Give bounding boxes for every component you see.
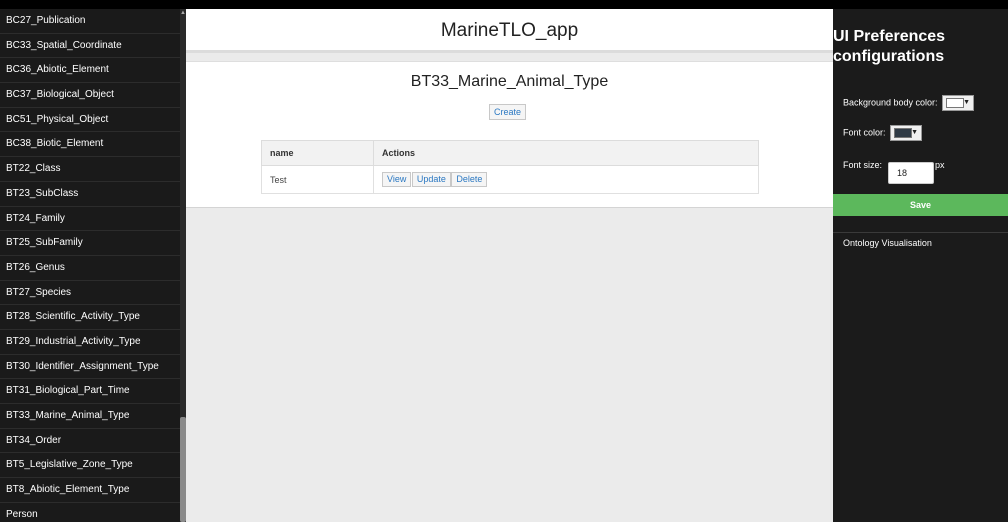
preferences-panel: UI Preferences configurations Background… [833, 9, 1008, 522]
entity-table: name Actions Test View Update Delete [261, 140, 759, 194]
view-button[interactable]: View [382, 172, 412, 187]
sidebar-item-bc27-publication[interactable]: BC27_Publication [0, 9, 180, 34]
column-header-actions: Actions [373, 140, 759, 166]
preferences-title: UI Preferences configurations [833, 28, 946, 65]
sidebar-list: BC27_Publication BC33_Spatial_Coordinate… [0, 9, 180, 522]
table-row: Test View Update Delete [261, 165, 759, 194]
sidebar-item-bc33-spatial-coordinate[interactable]: BC33_Spatial_Coordinate [0, 34, 180, 59]
sidebar-item-bt34-order[interactable]: BT34_Order [0, 429, 180, 454]
font-color-label: Font color: [843, 127, 886, 138]
font-size-unit: px [935, 160, 945, 170]
sidebar-item-bt24-family[interactable]: BT24_Family [0, 207, 180, 232]
sidebar-item-bt28-scientific-activity-type[interactable]: BT28_Scientific_Activity_Type [0, 305, 180, 330]
sidebar-item-bt8-abiotic-element-type[interactable]: BT8_Abiotic_Element_Type [0, 478, 180, 503]
caret-down-icon: ▼ [911, 129, 919, 136]
font-color-row: Font color: ▼ [843, 125, 923, 141]
ontology-visualisation-link[interactable]: Ontology Visualisation [843, 238, 932, 248]
app-title: MarineTLO_app [440, 20, 579, 41]
divider [833, 232, 1008, 233]
sidebar-item-bc38-biotic-element[interactable]: BC38_Biotic_Element [0, 132, 180, 158]
save-button[interactable]: Save [833, 194, 1008, 216]
sidebar-item-bt23-subclass[interactable]: BT23_SubClass [0, 182, 180, 207]
sidebar-item-bc37-biological-object[interactable]: BC37_Biological_Object [0, 83, 180, 108]
cell-name: Test [261, 165, 374, 194]
update-button[interactable]: Update [411, 172, 451, 187]
sidebar-item-bt29-industrial-activity-type[interactable]: BT29_Industrial_Activity_Type [0, 330, 180, 355]
sidebar-item-bt31-biological-part-time[interactable]: BT31_Biological_Part_Time [0, 379, 180, 404]
sidebar-item-bc36-abiotic-element[interactable]: BC36_Abiotic_Element [0, 58, 180, 84]
sidebar-item-bt5-legislative-zone-type[interactable]: BT5_Legislative_Zone_Type [0, 453, 180, 479]
app-header: MarineTLO_app [186, 9, 833, 53]
entity-panel: BT33_Marine_Animal_Type Create name Acti… [186, 61, 833, 208]
bg-color-row: Background body color: ▼ [843, 95, 975, 111]
font-color-picker[interactable]: ▼ [890, 125, 923, 141]
sidebar-item-bt26-genus[interactable]: BT26_Genus [0, 256, 180, 281]
font-size-input[interactable] [888, 162, 934, 184]
caret-down-icon: ▼ [963, 99, 971, 106]
sidebar-item-bt30-identifier-assignment-type[interactable]: BT30_Identifier_Assignment_Type [0, 355, 180, 380]
column-header-name: name [261, 140, 374, 166]
sidebar: BC27_Publication BC33_Spatial_Coordinate… [0, 9, 186, 522]
main-content: MarineTLO_app BT33_Marine_Animal_Type Cr… [186, 9, 833, 522]
table-header-row: name Actions [261, 140, 759, 166]
bg-color-swatch [946, 98, 965, 108]
bg-color-picker[interactable]: ▼ [942, 95, 975, 111]
sidebar-item-bt25-subfamily[interactable]: BT25_SubFamily [0, 231, 180, 256]
sidebar-item-person[interactable]: Person [0, 503, 180, 522]
sidebar-item-bt22-class[interactable]: BT22_Class [0, 157, 180, 182]
delete-button[interactable]: Delete [451, 172, 488, 187]
font-color-swatch [894, 128, 913, 138]
panel-title: BT33_Marine_Animal_Type [410, 73, 609, 90]
font-size-label: Font size: [843, 160, 883, 170]
bg-color-label: Background body color: [843, 97, 938, 108]
cell-actions: View Update Delete [373, 165, 759, 194]
sidebar-item-bt33-marine-animal-type[interactable]: BT33_Marine_Animal_Type [0, 404, 180, 429]
create-button[interactable]: Create [489, 104, 527, 120]
sidebar-item-bc51-physical-object[interactable]: BC51_Physical_Object [0, 108, 180, 133]
sidebar-item-bt27-species[interactable]: BT27_Species [0, 281, 180, 306]
